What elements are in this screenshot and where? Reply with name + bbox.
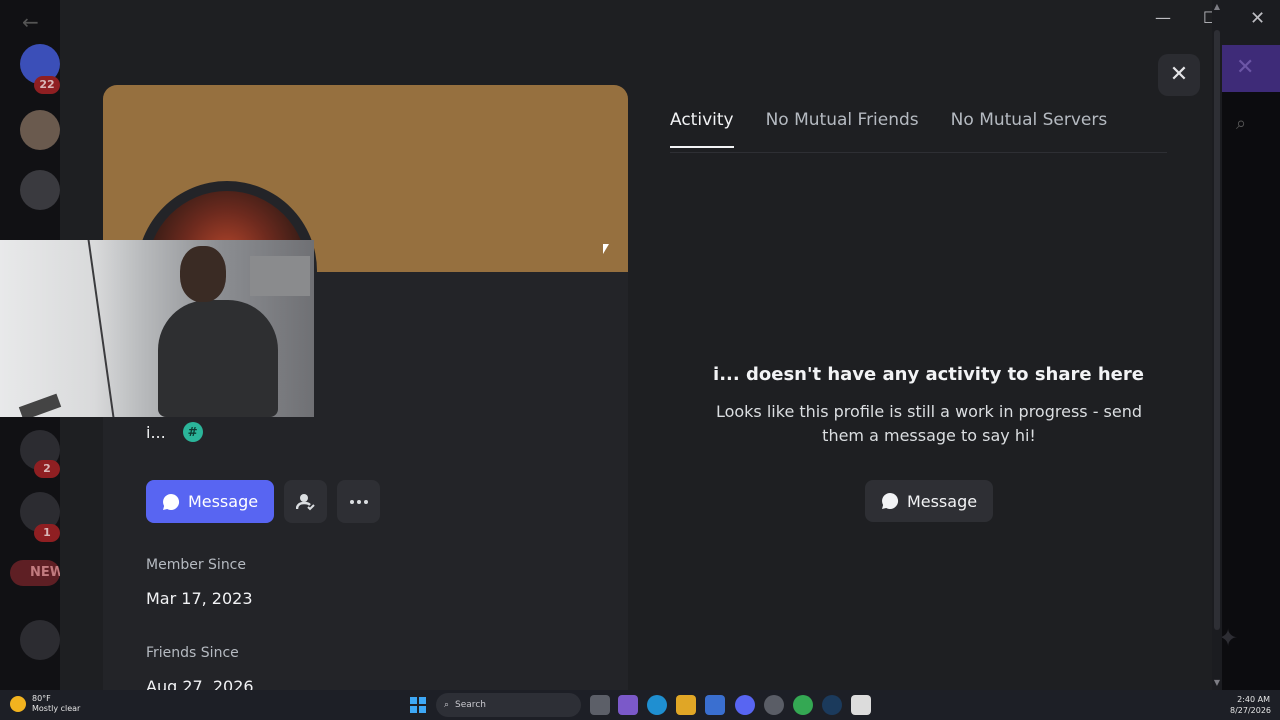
- start-button[interactable]: [410, 697, 426, 713]
- empty-state-title: i... doesn't have any activity to share …: [713, 364, 1144, 385]
- discord-icon[interactable]: [735, 695, 755, 715]
- app-icon[interactable]: [764, 695, 784, 715]
- tab-activity[interactable]: Activity: [670, 110, 734, 148]
- dm-avatar[interactable]: [20, 620, 60, 660]
- unread-badge: 1: [34, 524, 60, 542]
- weather-text: 80°F Mostly clear: [32, 694, 80, 714]
- name-row: i... #: [146, 422, 203, 442]
- profile-tabs: Activity No Mutual Friends No Mutual Ser…: [670, 110, 1107, 148]
- message-button[interactable]: Message: [146, 480, 274, 523]
- hashtag-badge-icon[interactable]: #: [182, 422, 203, 442]
- tab-mutual-servers[interactable]: No Mutual Servers: [951, 110, 1108, 148]
- activity-message-button[interactable]: Message: [865, 480, 993, 522]
- tab-mutual-friends[interactable]: No Mutual Friends: [766, 110, 919, 148]
- close-icon[interactable]: ✕: [1236, 55, 1254, 80]
- username: i...: [146, 422, 166, 442]
- windows-logo-icon: [410, 697, 417, 704]
- webcam-overlay: [0, 240, 314, 417]
- window-close-icon[interactable]: ✕: [1250, 8, 1265, 29]
- weather-moon-icon: [10, 696, 26, 712]
- task-view-icon[interactable]: [590, 695, 610, 715]
- unread-badge: 22: [34, 76, 60, 94]
- webcam-detail: [250, 256, 310, 296]
- close-icon: ✕: [1169, 62, 1189, 87]
- webcam-detail: [18, 393, 62, 417]
- dm-avatar[interactable]: [20, 170, 60, 210]
- scrollbar-thumb[interactable]: [1214, 30, 1220, 630]
- message-button-label: Message: [187, 492, 259, 511]
- taskbar-search-placeholder: Search: [455, 700, 486, 710]
- message-button-label: Message: [906, 491, 978, 511]
- webcam-person-head: [180, 246, 226, 302]
- minimize-icon[interactable]: —: [1155, 8, 1171, 27]
- dm-avatar[interactable]: [20, 110, 60, 150]
- chat-bubble-icon: [881, 492, 899, 509]
- person-check-icon: [295, 493, 315, 510]
- search-icon: ⌕: [444, 700, 450, 710]
- windows-logo-icon: [419, 706, 426, 713]
- windows-logo-icon: [419, 697, 426, 704]
- background-panel: [1222, 92, 1280, 690]
- friends-since-label: Friends Since: [146, 645, 239, 661]
- tab-divider: [670, 152, 1167, 153]
- scroll-down-icon[interactable]: ▼: [1212, 678, 1222, 687]
- steam-icon[interactable]: [822, 695, 842, 715]
- clock-date: 8/27/2026: [1230, 706, 1272, 715]
- empty-state-subtitle: Looks like this profile is still a work …: [715, 402, 1143, 445]
- edge-icon[interactable]: [647, 695, 667, 715]
- file-explorer-icon[interactable]: [676, 695, 696, 715]
- more-options-button[interactable]: [337, 480, 380, 523]
- more-icon: [349, 499, 368, 504]
- taskbar-search[interactable]: ⌕ Search: [436, 693, 581, 717]
- new-pill[interactable]: NEW: [10, 560, 64, 586]
- weather-temp: 80°F: [32, 694, 51, 703]
- system-clock[interactable]: 2:40 AM 8/27/2026: [1230, 694, 1272, 716]
- vrchat-icon[interactable]: [851, 695, 871, 715]
- windows-logo-icon: [410, 706, 417, 713]
- mouse-cursor-icon: [603, 244, 609, 254]
- weather-widget[interactable]: 80°F Mostly clear: [10, 694, 80, 714]
- back-arrow-icon[interactable]: ←: [22, 10, 39, 34]
- member-since-label: Member Since: [146, 557, 246, 573]
- chrome-icon[interactable]: [793, 695, 813, 715]
- taskbar: 80°F Mostly clear ⌕ Search 2:40 AM 8/27/…: [0, 690, 1280, 720]
- screen: { "background": { "badges": ["22", "2", …: [0, 0, 1280, 720]
- scroll-up-icon[interactable]: ▲: [1212, 2, 1222, 11]
- modal-close-button[interactable]: ✕: [1158, 54, 1200, 96]
- chat-bubble-icon: [162, 493, 180, 510]
- search-icon[interactable]: ⌕: [1236, 113, 1246, 134]
- store-icon[interactable]: [705, 695, 725, 715]
- member-since-value: Mar 17, 2023: [146, 589, 253, 608]
- copilot-icon[interactable]: [618, 695, 638, 715]
- clock-time: 2:40 AM: [1237, 695, 1270, 704]
- unread-badge: 2: [34, 460, 60, 478]
- friend-status-button[interactable]: [284, 480, 327, 523]
- webcam-detail: [87, 240, 115, 417]
- weather-desc: Mostly clear: [32, 704, 81, 713]
- webcam-person: [158, 300, 278, 417]
